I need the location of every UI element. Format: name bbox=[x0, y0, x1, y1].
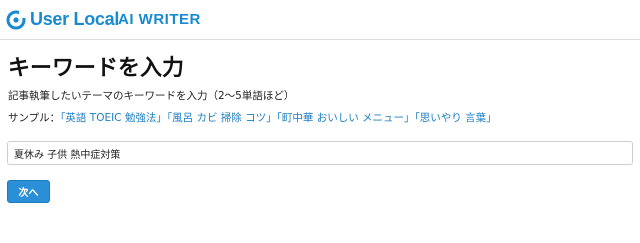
samples-label: サンプル： bbox=[8, 112, 61, 124]
sample-keywords: サンプル：「英語 TOEIC 勉強法」「風呂 カビ 掃除 コツ」「町中華 おいし… bbox=[8, 110, 497, 125]
sample-link-machi-chuka[interactable]: 「町中華 おいしい メニュー」 bbox=[277, 112, 415, 124]
next-button[interactable]: 次へ bbox=[7, 180, 50, 203]
user-local-logo-icon[interactable] bbox=[6, 10, 26, 30]
keyword-input[interactable] bbox=[7, 141, 633, 165]
app-header: User Local AI WRITER bbox=[0, 0, 640, 40]
instruction-text: 記事執筆したいテーマのキーワードを入力（2〜5単語ほど） bbox=[8, 90, 295, 102]
sample-link-bath-mold[interactable]: 「風呂 カビ 掃除 コツ」 bbox=[167, 112, 277, 124]
brand-name[interactable]: User Local bbox=[30, 9, 119, 30]
product-name[interactable]: AI WRITER bbox=[118, 11, 201, 28]
page-title: キーワードを入力 bbox=[8, 56, 185, 81]
sample-link-kind-words[interactable]: 「思いやり 言葉」 bbox=[415, 112, 497, 124]
sample-link-english-toeic[interactable]: 「英語 TOEIC 勉強法」 bbox=[60, 112, 167, 124]
